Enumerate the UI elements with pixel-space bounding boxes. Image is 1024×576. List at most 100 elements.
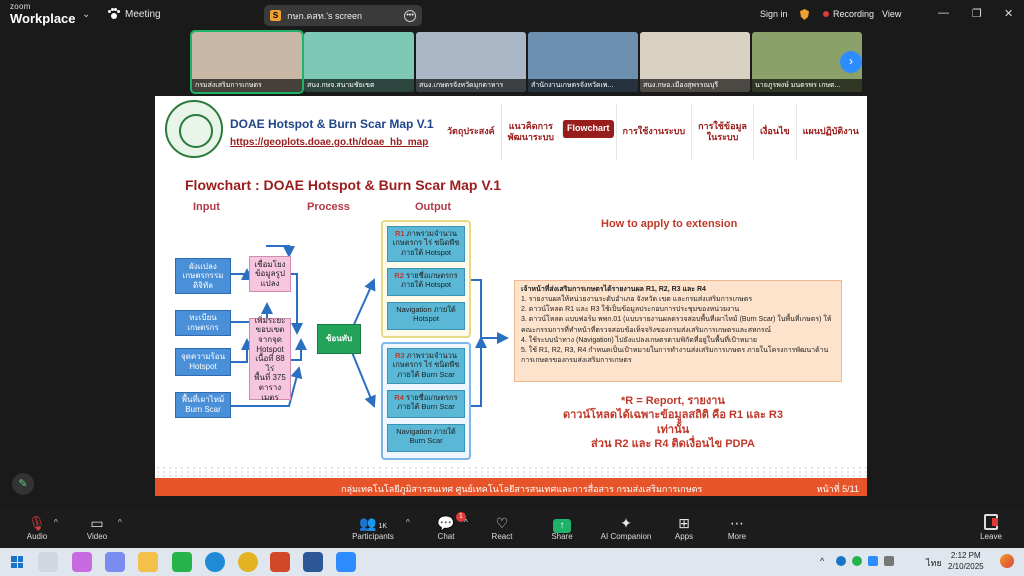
process-box-buffer: เพิ่มระยะ ขอบเขต จากจุด Hotspot เนื้อที่… bbox=[249, 316, 291, 402]
meeting-label: Meeting bbox=[125, 8, 161, 20]
video-caret-icon[interactable]: ^ bbox=[118, 518, 122, 527]
participant-tile[interactable]: สนง.เกษตรจังหวัดมุกดาหาร bbox=[416, 32, 526, 92]
slide-url[interactable]: https://geoplots.doae.go.th/doae_hb_map bbox=[230, 137, 428, 148]
slide-nav-item[interactable]: การใช้ข้อมูล ในระบบ bbox=[691, 104, 753, 160]
report-note-line: ดาวน์โหลดได้เฉพาะข้อมูลสถิติ คือ R1 และ … bbox=[562, 409, 783, 436]
more-options-icon[interactable]: ••• bbox=[404, 9, 416, 22]
output-r4: R4 รายชื่อเกษตรกร ภายใต้ Burn Scar bbox=[387, 390, 465, 418]
slide-nav-item[interactable]: เงื่อนไข bbox=[752, 104, 796, 160]
meeting-toolbar: 🎙 Audio ^ ▭ Video ^ 👥 1K Participants ^ 💬… bbox=[0, 510, 1024, 548]
input-box-2: ทะเบียน เกษตรกร bbox=[175, 310, 231, 336]
word-icon[interactable] bbox=[303, 552, 323, 572]
input-box-3: จุดความร้อน Hotspot bbox=[175, 348, 231, 376]
notification-icon[interactable] bbox=[1000, 554, 1014, 568]
view-button[interactable]: View bbox=[882, 9, 901, 19]
participant-tile[interactable]: สนง.กษอ.เมืองสุพรรณบุรี bbox=[640, 32, 750, 92]
zoom-taskbar-icon[interactable] bbox=[336, 552, 356, 572]
widgets-icon[interactable] bbox=[72, 552, 92, 572]
copilot-icon[interactable] bbox=[105, 552, 125, 572]
zoom-title-bar: zoom Workplace ⌄ Meeting S กษก.คสท.'s sc… bbox=[0, 0, 1024, 30]
brand-big: Workplace bbox=[10, 11, 76, 26]
meeting-menu[interactable]: Meeting bbox=[108, 8, 161, 20]
input-box-4: พื้นที่เผาไหม้ Burn Scar bbox=[175, 392, 231, 418]
more-button[interactable]: ⋯ More bbox=[724, 514, 750, 541]
output-nav-hotspot: Navigation ภายใต้ Hotspot bbox=[387, 302, 465, 330]
dotted-divider bbox=[155, 466, 867, 478]
file-explorer-icon[interactable] bbox=[138, 552, 158, 572]
slide-header: DOAE Hotspot & Burn Scar Map V.1 https:/… bbox=[155, 96, 867, 166]
apps-button[interactable]: ⊞ Apps bbox=[671, 514, 697, 541]
close-icon[interactable]: ✕ bbox=[1004, 7, 1013, 20]
doae-seal-logo bbox=[165, 100, 223, 158]
participants-caret-icon[interactable]: ^ bbox=[406, 518, 410, 527]
tray-app-icon[interactable] bbox=[884, 556, 894, 566]
participant-name: สำนักงานเกษตรจังหวัดเพ... bbox=[528, 79, 638, 92]
chat-caret-icon[interactable]: ^ bbox=[464, 518, 468, 527]
slide-nav-item[interactable]: Flowchart bbox=[562, 120, 614, 138]
share-button[interactable]: ↑ Share bbox=[547, 514, 577, 541]
shield-icon[interactable] bbox=[800, 9, 809, 20]
video-button[interactable]: ▭ Video bbox=[82, 514, 112, 541]
line-app-icon[interactable] bbox=[172, 552, 192, 572]
screen-share-pill[interactable]: S กษก.คสท.'s screen ••• bbox=[264, 5, 422, 26]
audio-button[interactable]: 🎙 Audio bbox=[22, 514, 52, 541]
edge-browser-icon[interactable] bbox=[205, 552, 225, 572]
tray-overflow-icon[interactable]: ^ bbox=[820, 556, 824, 566]
paw-icon bbox=[108, 8, 120, 20]
leave-icon bbox=[978, 514, 1004, 532]
participants-icon: 👥 1K bbox=[359, 515, 387, 531]
windows-start-icon[interactable] bbox=[11, 556, 23, 568]
process-box-link: เชื่อมโยง ข้อมูลรูป แปลง bbox=[249, 256, 291, 292]
zoom-workplace-logo: zoom Workplace bbox=[10, 2, 76, 26]
slide-nav-item[interactable]: แผนปฏิบัติงาน bbox=[795, 104, 865, 160]
tray-onedrive-icon[interactable] bbox=[836, 556, 846, 566]
slide-nav-item[interactable]: วัตถุประสงค์ bbox=[441, 104, 501, 160]
sign-in-link[interactable]: Sign in bbox=[760, 9, 788, 19]
camera-icon: ▭ bbox=[90, 515, 104, 531]
chevron-down-icon[interactable]: ⌄ bbox=[82, 9, 90, 20]
slide-footer: กลุ่มเทคโนโลยีภูมิสารสนเทศ ศูนย์เทคโนโลย… bbox=[155, 478, 867, 496]
minimize-icon[interactable]: — bbox=[938, 7, 949, 19]
note-title: เจ้าหน้าที่ส่งเสริมการเกษตรได้รายงานผล R… bbox=[521, 286, 706, 293]
slide-nav-item[interactable]: แนวคิดการ พัฒนาระบบ bbox=[500, 104, 560, 160]
tray-zoom-icon[interactable] bbox=[868, 556, 878, 566]
app-icon: S bbox=[270, 10, 281, 21]
windows-taskbar: ^ ไทย 2:12 PM 2/10/2025 bbox=[0, 548, 1024, 576]
participant-name: กรมส่งเสริมการเกษตร bbox=[192, 79, 302, 92]
brand-small: zoom bbox=[10, 2, 31, 11]
slide-title: DOAE Hotspot & Burn Scar Map V.1 bbox=[230, 117, 434, 131]
taskbar-clock[interactable]: 2:12 PM 2/10/2025 bbox=[948, 551, 984, 573]
slide-nav-item[interactable]: การใช้งานระบบ bbox=[615, 104, 692, 160]
ai-companion-button[interactable]: ✦ AI Companion bbox=[598, 514, 654, 541]
chat-button[interactable]: 💬 1 Chat bbox=[432, 512, 466, 541]
recording-indicator[interactable]: Recording bbox=[823, 9, 874, 19]
leave-button[interactable]: Leave bbox=[978, 514, 1004, 541]
apps-icon: ⊞ bbox=[678, 515, 690, 531]
apply-title: How to apply to extension bbox=[601, 218, 738, 230]
share-icon: ↑ bbox=[547, 514, 577, 533]
audio-caret-icon[interactable]: ^ bbox=[54, 518, 58, 527]
shared-slide: DOAE Hotspot & Burn Scar Map V.1 https:/… bbox=[155, 96, 867, 496]
powerpoint-icon[interactable] bbox=[270, 552, 290, 572]
task-view-icon[interactable] bbox=[38, 552, 58, 572]
participant-name: สนง.กษอ.เมืองสุพรรณบุรี bbox=[640, 79, 750, 92]
participant-tile[interactable]: สนง.กษจ.สนามชัยเขต bbox=[304, 32, 414, 92]
note-item: 4. ใช้ระบบนำทาง (Navigation) ไปยังแปลงเก… bbox=[521, 336, 758, 344]
annotate-pencil-icon[interactable]: ✎ bbox=[12, 473, 34, 495]
tray-line-icon[interactable] bbox=[852, 556, 862, 566]
extension-note: เจ้าหน้าที่ส่งเสริมการเกษตรได้รายงานผล R… bbox=[514, 280, 842, 382]
recording-label: Recording bbox=[833, 9, 875, 19]
record-dot-icon bbox=[823, 11, 829, 17]
react-button[interactable]: ♡ React bbox=[488, 514, 516, 541]
overlay-box: ซ้อนทับ bbox=[317, 324, 361, 354]
sparkle-icon: ✦ bbox=[620, 515, 632, 531]
participant-tile[interactable]: สำนักงานเกษตรจังหวัดเพ... bbox=[528, 32, 638, 92]
participant-strip: กรมส่งเสริมการเกษตร สนง.กษจ.สนามชัยเขต สนง… bbox=[190, 30, 862, 94]
language-indicator[interactable]: ไทย bbox=[926, 556, 942, 570]
chrome-browser-icon[interactable] bbox=[238, 552, 258, 572]
restore-icon[interactable]: ❐ bbox=[972, 7, 982, 20]
participant-tile[interactable]: กรมส่งเสริมการเกษตร bbox=[190, 30, 304, 94]
slide-nav: วัตถุประสงค์ แนวคิดการ พัฒนาระบบ Flowchart… bbox=[441, 104, 865, 160]
participants-button[interactable]: 👥 1K Participants bbox=[348, 514, 398, 541]
next-participants-icon[interactable]: › bbox=[840, 51, 862, 73]
